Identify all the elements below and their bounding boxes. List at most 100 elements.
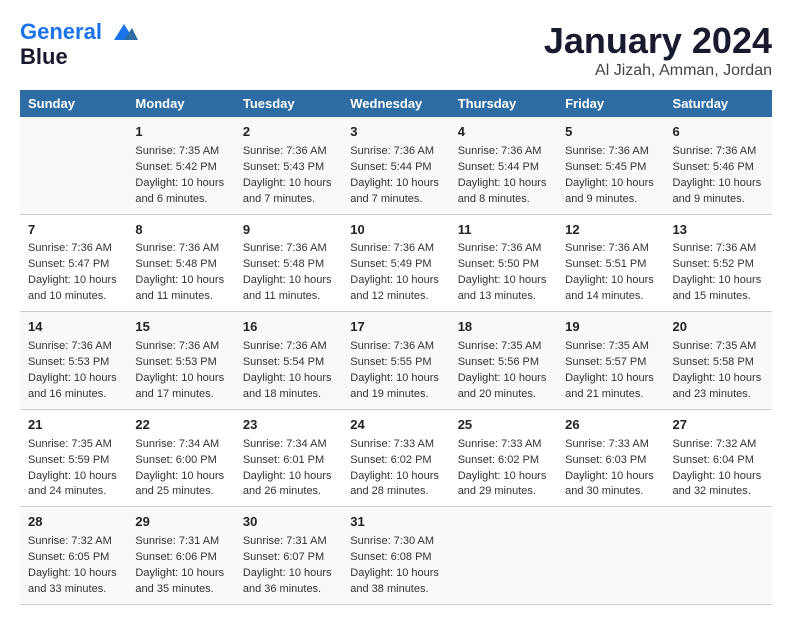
day-number: 13: [673, 221, 764, 240]
day-number: 22: [135, 416, 226, 435]
day-number: 25: [458, 416, 549, 435]
calendar-body: 1 Sunrise: 7:35 AM Sunset: 5:42 PM Daylig…: [20, 117, 772, 604]
calendar-cell: 20 Sunrise: 7:35 AM Sunset: 5:58 PM Dayli…: [665, 312, 772, 410]
day-info: Sunrise: 7:36 AM Sunset: 5:47 PM Dayligh…: [28, 241, 119, 305]
logo: General Blue: [20, 20, 138, 70]
header-cell-tuesday: Tuesday: [235, 90, 342, 117]
calendar-cell: 28Sunrise: 7:32 AM Sunset: 6:05 PM Dayli…: [20, 507, 127, 605]
header-cell-saturday: Saturday: [665, 90, 772, 117]
day-info: Sunrise: 7:35 AM Sunset: 5:57 PM Dayligh…: [565, 339, 656, 403]
calendar-cell: 13Sunrise: 7:36 AM Sunset: 5:52 PM Dayli…: [665, 214, 772, 312]
day-number: 26: [565, 416, 656, 435]
calendar-header: SundayMondayTuesdayWednesdayThursdayFrid…: [20, 90, 772, 117]
day-number: 23: [243, 416, 334, 435]
day-number: 12: [565, 221, 656, 240]
calendar-cell: [665, 507, 772, 605]
day-info: Sunrise: 7:36 AM Sunset: 5:43 PM Dayligh…: [243, 144, 334, 208]
calendar-cell: 7Sunrise: 7:36 AM Sunset: 5:47 PM Daylig…: [20, 214, 127, 312]
day-number: 14: [28, 318, 119, 337]
day-info: Sunrise: 7:36 AM Sunset: 5:50 PM Dayligh…: [458, 241, 549, 305]
day-info: Sunrise: 7:31 AM Sunset: 6:06 PM Dayligh…: [135, 534, 226, 598]
day-info: Sunrise: 7:35 AM Sunset: 5:56 PM Dayligh…: [458, 339, 549, 403]
day-info: Sunrise: 7:36 AM Sunset: 5:54 PM Dayligh…: [243, 339, 334, 403]
day-info: Sunrise: 7:35 AM Sunset: 5:42 PM Dayligh…: [135, 144, 226, 208]
day-info: Sunrise: 7:36 AM Sunset: 5:53 PM Dayligh…: [28, 339, 119, 403]
day-number: 17: [350, 318, 441, 337]
calendar-table: SundayMondayTuesdayWednesdayThursdayFrid…: [20, 90, 772, 605]
day-number: 15: [135, 318, 226, 337]
title-block: January 2024 Al Jizah, Amman, Jordan: [544, 20, 772, 80]
calendar-cell: 16 Sunrise: 7:36 AM Sunset: 5:54 PM Dayli…: [235, 312, 342, 410]
day-number: 18: [458, 318, 549, 337]
calendar-cell: 15Sunrise: 7:36 AM Sunset: 5:53 PM Dayli…: [127, 312, 234, 410]
logo-icon: [110, 22, 138, 44]
header-row: SundayMondayTuesdayWednesdayThursdayFrid…: [20, 90, 772, 117]
logo-blue-text: Blue: [20, 44, 138, 70]
calendar-cell: 14 Sunrise: 7:36 AM Sunset: 5:53 PM Dayli…: [20, 312, 127, 410]
calendar-cell: 24 Sunrise: 7:33 AM Sunset: 6:02 PM Dayli…: [342, 409, 449, 507]
day-info: Sunrise: 7:34 AM Sunset: 6:01 PM Dayligh…: [243, 437, 334, 501]
calendar-cell: 21Sunrise: 7:35 AM Sunset: 5:59 PM Dayli…: [20, 409, 127, 507]
calendar-cell: 2Sunrise: 7:36 AM Sunset: 5:43 PM Daylig…: [235, 117, 342, 214]
calendar-cell: 22Sunrise: 7:34 AM Sunset: 6:00 PM Dayli…: [127, 409, 234, 507]
week-row-1: 1 Sunrise: 7:35 AM Sunset: 5:42 PM Daylig…: [20, 117, 772, 214]
day-number: 16: [243, 318, 334, 337]
day-number: 27: [673, 416, 764, 435]
main-title: January 2024: [544, 20, 772, 62]
calendar-cell: [557, 507, 664, 605]
week-row-3: 14 Sunrise: 7:36 AM Sunset: 5:53 PM Dayli…: [20, 312, 772, 410]
calendar-cell: 26 Sunrise: 7:33 AM Sunset: 6:03 PM Dayli…: [557, 409, 664, 507]
calendar-cell: 1 Sunrise: 7:35 AM Sunset: 5:42 PM Daylig…: [127, 117, 234, 214]
day-info: Sunrise: 7:33 AM Sunset: 6:02 PM Dayligh…: [458, 437, 549, 501]
day-number: 10: [350, 221, 441, 240]
day-info: Sunrise: 7:32 AM Sunset: 6:04 PM Dayligh…: [673, 437, 764, 501]
day-number: 5: [565, 123, 656, 142]
day-info: Sunrise: 7:36 AM Sunset: 5:51 PM Dayligh…: [565, 241, 656, 305]
day-info: Sunrise: 7:30 AM Sunset: 6:08 PM Dayligh…: [350, 534, 441, 598]
day-number: 24: [350, 416, 441, 435]
calendar-cell: 23 Sunrise: 7:34 AM Sunset: 6:01 PM Dayli…: [235, 409, 342, 507]
subtitle: Al Jizah, Amman, Jordan: [544, 62, 772, 80]
day-info: Sunrise: 7:36 AM Sunset: 5:49 PM Dayligh…: [350, 241, 441, 305]
header-cell-wednesday: Wednesday: [342, 90, 449, 117]
day-info: Sunrise: 7:36 AM Sunset: 5:44 PM Dayligh…: [458, 144, 549, 208]
calendar-cell: 8Sunrise: 7:36 AM Sunset: 5:48 PM Daylig…: [127, 214, 234, 312]
day-info: Sunrise: 7:33 AM Sunset: 6:03 PM Dayligh…: [565, 437, 656, 501]
day-info: Sunrise: 7:36 AM Sunset: 5:44 PM Dayligh…: [350, 144, 441, 208]
calendar-cell: 10Sunrise: 7:36 AM Sunset: 5:49 PM Dayli…: [342, 214, 449, 312]
calendar-cell: 18 Sunrise: 7:35 AM Sunset: 5:56 PM Dayli…: [450, 312, 557, 410]
day-number: 4: [458, 123, 549, 142]
day-number: 20: [673, 318, 764, 337]
calendar-cell: 31 Sunrise: 7:30 AM Sunset: 6:08 PM Dayli…: [342, 507, 449, 605]
day-number: 30: [243, 513, 334, 532]
week-row-2: 7Sunrise: 7:36 AM Sunset: 5:47 PM Daylig…: [20, 214, 772, 312]
day-info: Sunrise: 7:36 AM Sunset: 5:46 PM Dayligh…: [673, 144, 764, 208]
calendar-cell: 4 Sunrise: 7:36 AM Sunset: 5:44 PM Daylig…: [450, 117, 557, 214]
day-number: 6: [673, 123, 764, 142]
calendar-cell: 3 Sunrise: 7:36 AM Sunset: 5:44 PM Daylig…: [342, 117, 449, 214]
day-number: 29: [135, 513, 226, 532]
day-info: Sunrise: 7:35 AM Sunset: 5:58 PM Dayligh…: [673, 339, 764, 403]
day-number: 3: [350, 123, 441, 142]
day-info: Sunrise: 7:35 AM Sunset: 5:59 PM Dayligh…: [28, 437, 119, 501]
calendar-cell: 30Sunrise: 7:31 AM Sunset: 6:07 PM Dayli…: [235, 507, 342, 605]
calendar-cell: 19 Sunrise: 7:35 AM Sunset: 5:57 PM Dayli…: [557, 312, 664, 410]
calendar-cell: 27 Sunrise: 7:32 AM Sunset: 6:04 PM Dayli…: [665, 409, 772, 507]
calendar-cell: [450, 507, 557, 605]
calendar-cell: 11Sunrise: 7:36 AM Sunset: 5:50 PM Dayli…: [450, 214, 557, 312]
day-info: Sunrise: 7:36 AM Sunset: 5:52 PM Dayligh…: [673, 241, 764, 305]
day-number: 8: [135, 221, 226, 240]
calendar-cell: 6 Sunrise: 7:36 AM Sunset: 5:46 PM Daylig…: [665, 117, 772, 214]
day-info: Sunrise: 7:36 AM Sunset: 5:55 PM Dayligh…: [350, 339, 441, 403]
day-number: 31: [350, 513, 441, 532]
header-cell-friday: Friday: [557, 90, 664, 117]
day-number: 19: [565, 318, 656, 337]
header-cell-monday: Monday: [127, 90, 234, 117]
logo-text: General: [20, 20, 138, 44]
calendar-cell: 12Sunrise: 7:36 AM Sunset: 5:51 PM Dayli…: [557, 214, 664, 312]
day-number: 1: [135, 123, 226, 142]
day-info: Sunrise: 7:36 AM Sunset: 5:48 PM Dayligh…: [243, 241, 334, 305]
day-number: 9: [243, 221, 334, 240]
week-row-4: 21Sunrise: 7:35 AM Sunset: 5:59 PM Dayli…: [20, 409, 772, 507]
day-info: Sunrise: 7:33 AM Sunset: 6:02 PM Dayligh…: [350, 437, 441, 501]
